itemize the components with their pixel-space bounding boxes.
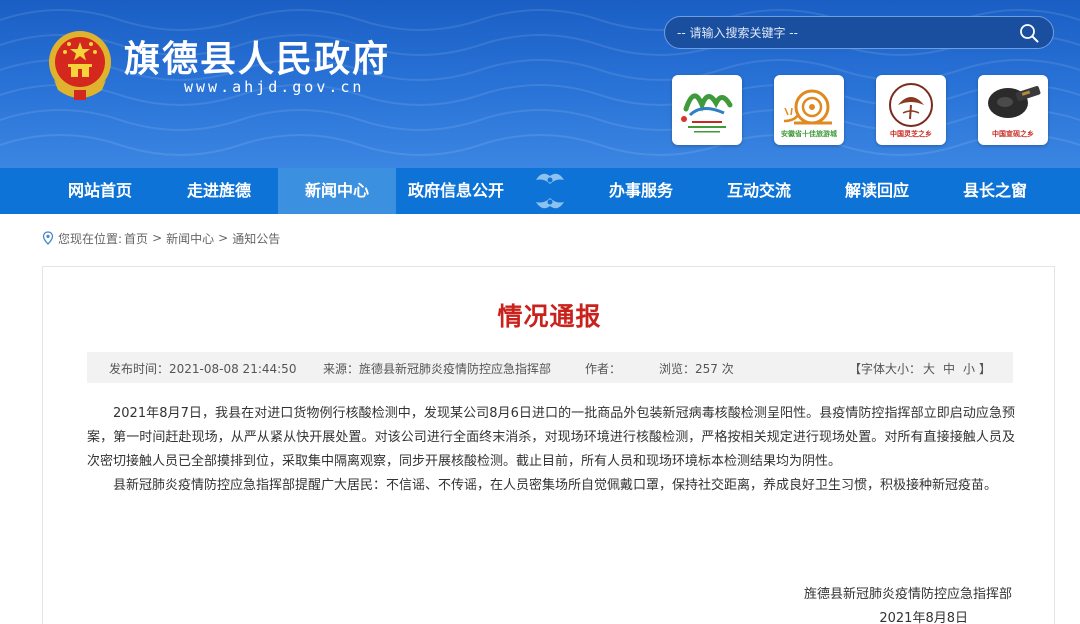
article-paragraph: 县新冠肺炎疫情防控应急指挥部提醒广大居民：不信谣、不传谣，在人员密集场所自觉佩戴… xyxy=(113,478,998,493)
nav-item-magistrate[interactable]: 县长之窗 xyxy=(936,168,1054,214)
article-source: 来源：旌德县新冠肺炎疫情防控应急指挥部 xyxy=(323,362,552,376)
article-signature-block: 旌德县新冠肺炎疫情防控应急指挥部 2021年8月8日 xyxy=(804,583,1012,624)
nav-item-interaction[interactable]: 互动交流 xyxy=(700,168,818,214)
site-header: 旗德县人民政府 www.ahjd.gov.cn 安徽省十佳旅游城 xyxy=(0,0,1080,168)
breadcrumb-separator: > xyxy=(218,231,229,245)
breadcrumb-separator: > xyxy=(152,231,163,245)
tourism-badge[interactable] xyxy=(672,75,742,145)
location-pin-icon xyxy=(42,231,54,245)
main-nav: 网站首页 走进旌德 新闻中心 政府信息公开 办事服务 互动交流 解读回应 县长之… xyxy=(0,168,1080,214)
tourism-logo-icon xyxy=(681,93,733,133)
inkstone-caption: 中国宣砚之乡 xyxy=(992,129,1034,138)
article-title: 情况通报 xyxy=(497,302,602,331)
inkstone-badge[interactable]: 中国宣砚之乡 xyxy=(978,75,1048,145)
article-paragraph: 2021年8月7日，我县在对进口货物例行核酸检测中，发现某公司8月6日进口的一批… xyxy=(87,406,1015,469)
breadcrumb-home[interactable]: 首页 xyxy=(124,230,148,247)
breadcrumb-notices[interactable]: 通知公告 xyxy=(232,230,280,247)
cittaslow-badge[interactable]: 安徽省十佳旅游城 xyxy=(774,75,844,145)
search-input[interactable] xyxy=(677,23,997,43)
breadcrumb-prefix: 您现在位置: xyxy=(58,231,123,246)
view-count: 浏览：257 次 xyxy=(659,362,734,376)
site-url: www.ahjd.gov.cn xyxy=(184,78,365,96)
font-size-large-button[interactable]: 大 xyxy=(923,360,935,377)
ganoderma-caption: 中国灵芝之乡 xyxy=(890,129,932,138)
publish-time: 发布时间：2021-08-08 21:44:50 xyxy=(109,362,297,376)
national-emblem-icon xyxy=(49,31,111,100)
nav-item-about[interactable]: 走进旌德 xyxy=(160,168,278,214)
search-box xyxy=(664,16,1054,49)
cittaslow-caption: 安徽省十佳旅游城 xyxy=(781,129,837,138)
font-size-label: 【字体大小： xyxy=(849,362,922,376)
article-date: 2021年8月8日 xyxy=(879,611,968,624)
nav-item-gov-info[interactable]: 政府信息公开 xyxy=(396,168,516,214)
cloud-ornament-icon xyxy=(536,173,564,209)
font-size-small-button[interactable]: 小 xyxy=(963,360,975,377)
nav-item-services[interactable]: 办事服务 xyxy=(582,168,700,214)
font-size-close: 】 xyxy=(979,362,992,376)
article-signature: 旌德县新冠肺炎疫情防控应急指挥部 xyxy=(803,587,1012,602)
article-body: 2021年8月7日，我县在对进口货物例行核酸检测中，发现某公司8月6日进口的一批… xyxy=(87,402,1015,498)
article-meta-bar: 发布时间：2021-08-08 21:44:50 来源：旌德县新冠肺炎疫情防控应… xyxy=(87,352,1013,383)
nav-item-news[interactable]: 新闻中心 xyxy=(278,168,396,214)
site-title: 旗德县人民政府 xyxy=(124,38,391,80)
article-container: 情况通报 发布时间：2021-08-08 21:44:50 来源：旌德县新冠肺炎… xyxy=(42,266,1055,624)
search-icon[interactable] xyxy=(1019,23,1039,43)
breadcrumb: 您现在位置: 首页 > 新闻中心 > 通知公告 xyxy=(42,229,280,247)
font-size-medium-button[interactable]: 中 xyxy=(943,360,955,377)
nav-item-interpretation[interactable]: 解读回应 xyxy=(818,168,936,214)
nav-item-home[interactable]: 网站首页 xyxy=(40,168,160,214)
ganoderma-badge[interactable]: 中国灵芝之乡 xyxy=(876,75,946,145)
article-author: 作者： xyxy=(585,362,622,376)
breadcrumb-news[interactable]: 新闻中心 xyxy=(166,230,214,247)
